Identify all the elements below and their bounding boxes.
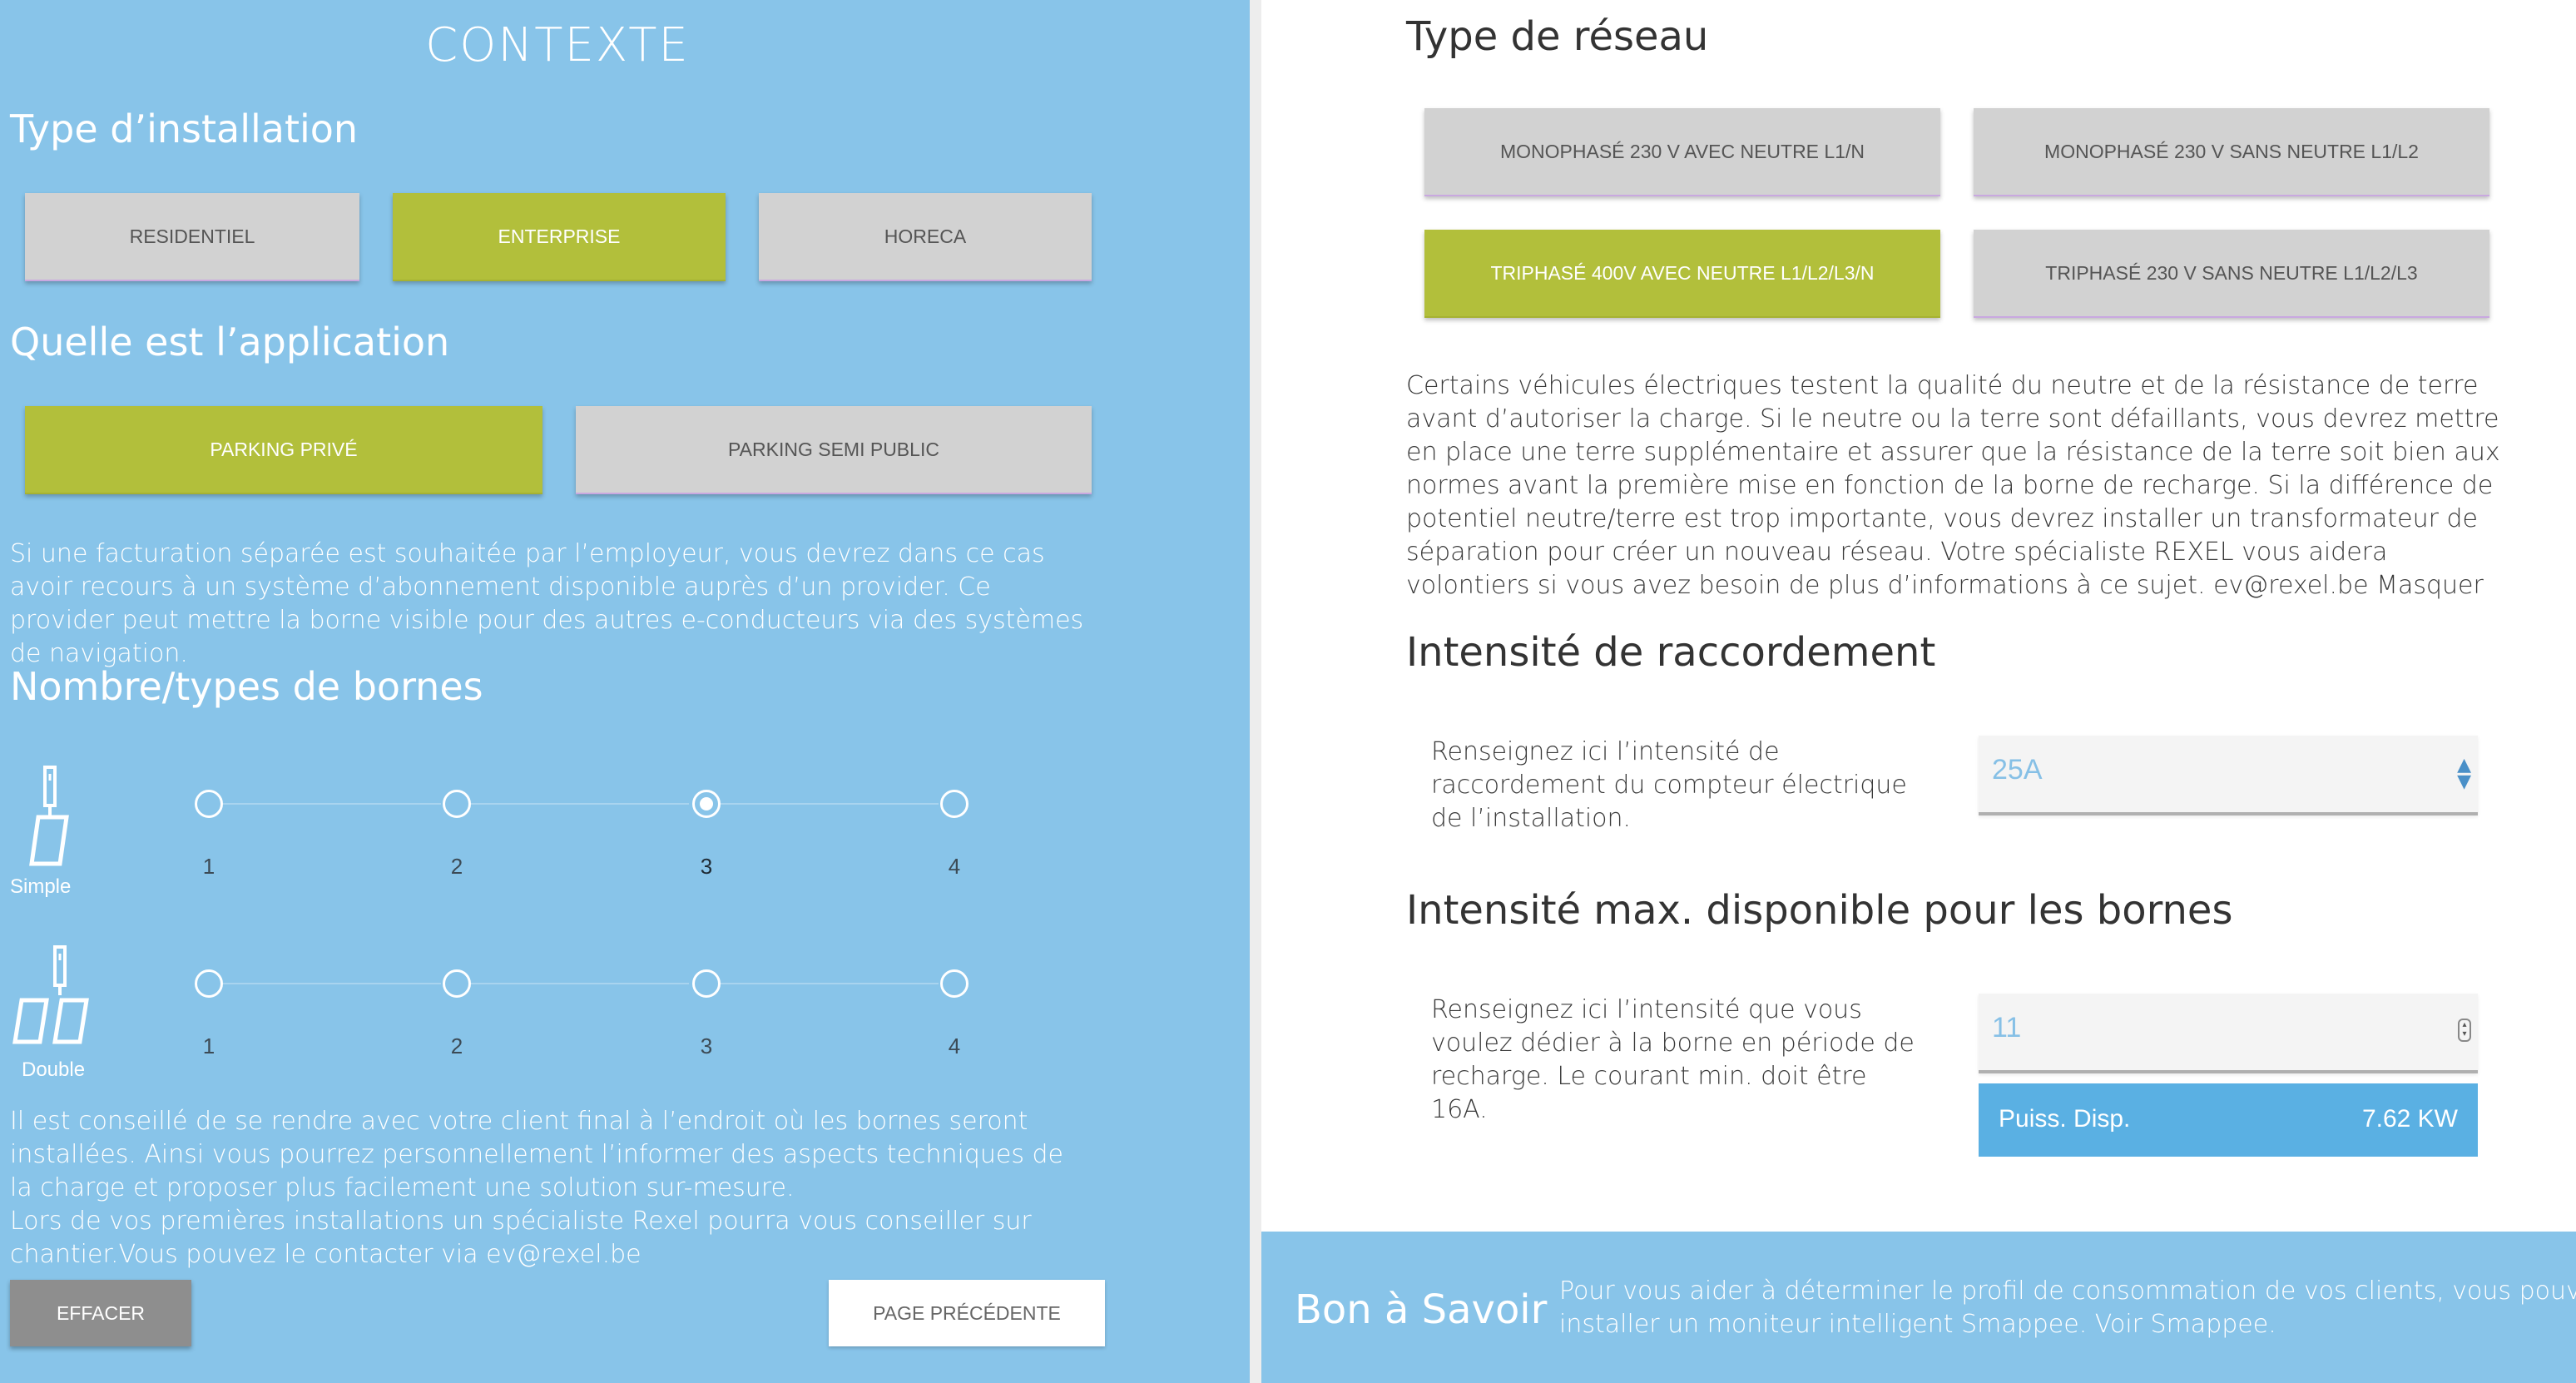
double-radio-1[interactable] <box>195 969 223 998</box>
double-radio-label: 1 <box>202 1034 215 1058</box>
simple-label: Simple <box>10 875 72 898</box>
step-connector <box>721 803 939 805</box>
max-label: Renseignez ici l’intensité que vous voul… <box>1431 995 1915 1124</box>
step-connector <box>471 983 689 984</box>
raccordement-heading: Intensité de raccordement <box>1406 629 1936 676</box>
panel-divider <box>1250 0 1261 1383</box>
reseau-heading: Type de réseau <box>1406 13 1709 60</box>
bon-a-savoir-text: Pour vous aider à déterminer le profil d… <box>1559 1275 2576 1341</box>
select-arrows-icon: ▲ ▼ <box>2457 755 2471 792</box>
reseau-tri-230v-sans-neutre-button[interactable]: TRIPHASÉ 230 V SANS NEUTRE L1/L2/L3 <box>1974 230 2489 318</box>
step-connector <box>223 983 441 984</box>
option-horeca-button[interactable]: HORECA <box>759 193 1092 281</box>
context-panel: CONTEXTE Type d’installation RESIDENTIEL… <box>0 0 1250 1383</box>
panel-title: CONTEXTE <box>425 18 690 72</box>
bornes-heading: Nombre/types de bornes <box>10 664 483 709</box>
reseau-tri-400v-avec-neutre-button[interactable]: TRIPHASÉ 400V AVEC NEUTRE L1/L2/L3/N <box>1424 230 1940 318</box>
simple-radio-2[interactable] <box>443 790 471 818</box>
simple-radio-3[interactable] <box>692 790 721 818</box>
option-residentiel-button[interactable]: RESIDENTIEL <box>25 193 359 281</box>
simple-radio-label: 4 <box>948 854 961 879</box>
max-heading: Intensité max. disponible pour les borne… <box>1406 887 2233 934</box>
bon-a-savoir-line: Pour vous aider à déterminer le profil d… <box>1559 1276 2576 1306</box>
application-note: Si une facturation séparée est souhaitée… <box>10 539 1084 668</box>
double-radio-label: 3 <box>700 1034 713 1058</box>
simple-radio-label: 2 <box>450 854 463 879</box>
double-radio-4[interactable] <box>940 969 968 998</box>
step-connector <box>471 803 689 805</box>
simple-charger-icon <box>29 766 69 866</box>
double-label: Double <box>22 1058 86 1081</box>
power-value: 7.62 KW <box>2361 1105 2458 1133</box>
double-radio-3[interactable] <box>692 969 721 998</box>
bon-a-savoir-banner: Bon à Savoir Pour vous aider à détermine… <box>1261 1232 2576 1383</box>
number-stepper-icon[interactable]: ▴ ▾ <box>2458 1019 2471 1042</box>
advice-contact-text: Lors de vos premières installations un s… <box>10 1207 1032 1269</box>
reseau-note: Certains véhicules électriques testent l… <box>1406 371 2500 600</box>
double-charger-icon <box>12 945 89 1044</box>
bon-a-savoir-line: installer un moniteur intelligent Smappe… <box>1559 1310 2276 1339</box>
bon-a-savoir-title: Bon à Savoir <box>1295 1286 1548 1333</box>
max-intensity-input[interactable]: 11 ▴ ▾ <box>1979 994 2478 1073</box>
raccordement-select[interactable]: 25A ▲ ▼ <box>1979 736 2478 815</box>
raccordement-label: Renseignez ici l’intensité de raccordeme… <box>1431 737 1907 833</box>
double-radio-2[interactable] <box>443 969 471 998</box>
installation-heading: Type d’installation <box>10 107 359 151</box>
previous-page-button[interactable]: PAGE PRÉCÉDENTE <box>829 1280 1105 1346</box>
power-available-bar: Puiss. Disp. 7.62 KW <box>1979 1083 2478 1157</box>
application-heading: Quelle est l’application <box>10 320 450 364</box>
double-radio-label: 2 <box>450 1034 463 1058</box>
option-parking-semi-public-button[interactable]: PARKING SEMI PUBLIC <box>576 406 1092 494</box>
simple-radio-label: 3 <box>700 854 713 879</box>
simple-radio-label: 1 <box>202 854 215 879</box>
option-enterprise-button[interactable]: ENTERPRISE <box>393 193 726 281</box>
simple-radio-1[interactable] <box>195 790 223 818</box>
raccordement-value: 25A <box>1992 754 2043 786</box>
step-connector <box>721 983 939 984</box>
reseau-mono-avec-neutre-button[interactable]: MONOPHASÉ 230 V AVEC NEUTRE L1/N <box>1424 108 1940 196</box>
effacer-button[interactable]: EFFACER <box>10 1280 191 1346</box>
step-connector <box>223 803 441 805</box>
max-intensity-value: 11 <box>1992 1012 2022 1043</box>
option-parking-prive-button[interactable]: PARKING PRIVÉ <box>25 406 542 494</box>
reseau-mono-sans-neutre-button[interactable]: MONOPHASÉ 230 V SANS NEUTRE L1/L2 <box>1974 108 2489 196</box>
power-label: Puiss. Disp. <box>1999 1105 2131 1133</box>
network-panel: Type de réseau MONOPHASÉ 230 V AVEC NEUT… <box>1261 0 2576 1383</box>
simple-radio-4[interactable] <box>940 790 968 818</box>
advice-text: Il est conseillé de se rendre avec votre… <box>10 1107 1064 1202</box>
double-radio-label: 4 <box>948 1034 961 1058</box>
